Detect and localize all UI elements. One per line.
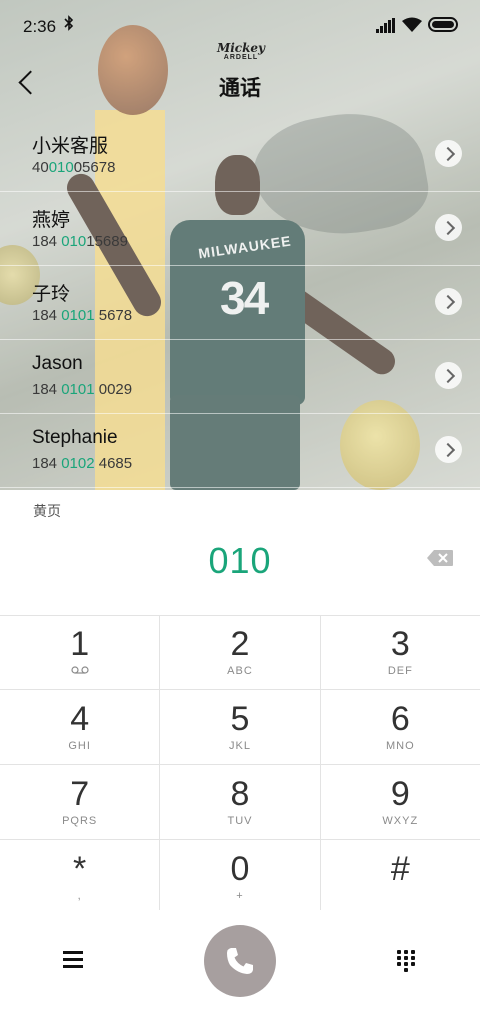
backspace-icon[interactable] xyxy=(426,549,454,567)
contact-row[interactable]: Jason 184 0101 0029 xyxy=(0,340,480,414)
header: Mickey ARDELL 通话 xyxy=(0,42,480,114)
contact-row[interactable]: 子玲 184 0101 5678 xyxy=(0,266,480,340)
bluetooth-icon xyxy=(64,15,74,36)
battery-icon xyxy=(428,17,458,32)
chevron-right-icon[interactable] xyxy=(435,436,462,463)
key-star[interactable]: * , xyxy=(0,840,159,914)
signal-icon xyxy=(376,18,396,33)
contact-name: Jason xyxy=(32,353,83,374)
key-5[interactable]: 5 JKL xyxy=(159,690,319,764)
key-9[interactable]: 9 WXYZ xyxy=(319,765,480,839)
contact-number: 184 0101 0029 xyxy=(32,381,133,398)
phone-icon xyxy=(227,948,253,974)
contact-name: Stephanie xyxy=(32,427,118,448)
contact-name: 燕婷 xyxy=(32,210,71,231)
key-7[interactable]: 7 PQRS xyxy=(0,765,159,839)
key-1[interactable]: 1 xyxy=(0,615,159,689)
chevron-right-icon[interactable] xyxy=(435,140,462,167)
page-title: 通话 xyxy=(219,77,261,100)
chevron-right-icon[interactable] xyxy=(435,362,462,389)
key-8[interactable]: 8 TUV xyxy=(159,765,319,839)
dialpad-icon[interactable] xyxy=(397,950,415,972)
contact-number: 184 0102 4685 xyxy=(32,455,133,472)
dialed-number: 010 xyxy=(208,540,272,581)
contact-row[interactable]: 小米客服 4001005678 xyxy=(0,118,480,192)
contact-name: 小米客服 xyxy=(32,136,109,157)
contact-number: 184 0101 5678 xyxy=(32,307,133,324)
contact-list: 小米客服 4001005678 燕婷 184 01015689 子玲 184 0… xyxy=(0,118,480,488)
keypad: 1 2 ABC 3 DEF 4 GHI 5 JKL 6 MNO 7 PQRS 8… xyxy=(0,615,480,915)
contact-row[interactable]: 燕婷 184 01015689 xyxy=(0,192,480,266)
contact-number: 184 01015689 xyxy=(32,233,128,250)
dial-display: 010 xyxy=(0,518,480,616)
yellow-pages-section[interactable]: 黄页 xyxy=(0,490,480,519)
key-0[interactable]: 0 + xyxy=(159,840,319,914)
contact-name: 子玲 xyxy=(32,284,71,305)
key-6[interactable]: 6 MNO xyxy=(319,690,480,764)
key-2[interactable]: 2 ABC xyxy=(159,615,319,689)
call-button[interactable] xyxy=(204,925,276,997)
key-3[interactable]: 3 DEF xyxy=(319,615,480,689)
wifi-icon xyxy=(402,17,422,33)
logo: Mickey ARDELL xyxy=(216,41,266,61)
chevron-right-icon[interactable] xyxy=(435,214,462,241)
contact-row[interactable]: Stephanie 184 0102 4685 xyxy=(0,414,480,488)
voicemail-icon xyxy=(0,665,159,677)
chevron-right-icon[interactable] xyxy=(435,288,462,315)
status-time: 2:36 xyxy=(23,17,57,36)
key-hash[interactable]: # xyxy=(319,840,480,914)
key-4[interactable]: 4 GHI xyxy=(0,690,159,764)
contact-number: 4001005678 xyxy=(32,159,116,176)
menu-icon[interactable] xyxy=(63,951,83,969)
bottom-bar xyxy=(0,910,480,1013)
